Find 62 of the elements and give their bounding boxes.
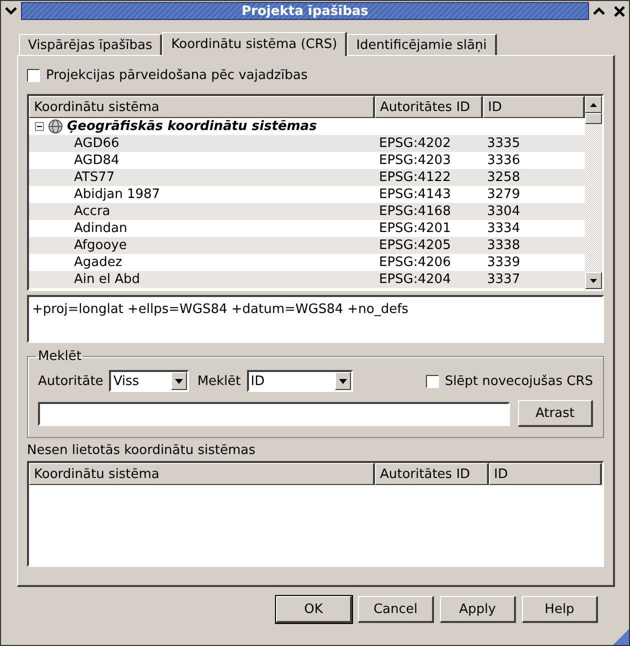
authority-id-cell-text: EPSG:4205 bbox=[378, 237, 452, 254]
scroll-down-icon[interactable] bbox=[585, 272, 602, 289]
globe-icon bbox=[48, 119, 63, 134]
authority-id-cell-text: EPSG:4143 bbox=[378, 186, 452, 203]
collapse-icon[interactable] bbox=[35, 122, 44, 131]
checkbox[interactable] bbox=[27, 69, 40, 82]
tab[interactable]: Vispārējas īpašības bbox=[19, 34, 162, 55]
crs-name-cell[interactable]: Agadez bbox=[29, 254, 375, 271]
proj-string-text: +proj=longlat +ellps=WGS84 +datum=WGS84 +no_defs bbox=[27, 295, 604, 343]
id-cell-text: 3258 bbox=[486, 169, 522, 186]
scrollbar[interactable] bbox=[585, 96, 602, 289]
checkbox[interactable] bbox=[426, 374, 439, 388]
checkbox-label: Slēpt novecojušas CRS bbox=[444, 374, 593, 388]
column-header[interactable]: Autoritātes ID bbox=[375, 96, 483, 118]
tab[interactable]: Identificējamie slāņi bbox=[347, 34, 497, 55]
crs-name-cell[interactable]: Accra bbox=[29, 203, 375, 220]
group-title: Meklēt bbox=[37, 349, 82, 364]
id-cell-text: 3335 bbox=[486, 135, 522, 152]
tree-group-item[interactable]: Ģeogrāfiskās koordinātu sistēmas bbox=[29, 118, 375, 135]
dialog-button[interactable]: Help bbox=[522, 596, 598, 623]
column-header[interactable]: ID bbox=[483, 96, 585, 118]
authority-id-cell-text: EPSG:4122 bbox=[378, 169, 452, 186]
column-header[interactable]: Koordinātu sistēma bbox=[29, 96, 375, 118]
authority-id-cell-text: EPSG:4201 bbox=[378, 220, 452, 237]
id-cell-text: 3279 bbox=[486, 186, 522, 203]
authority-id-cell-text: EPSG:4203 bbox=[378, 152, 452, 169]
authority-id-cell-text: EPSG:4204 bbox=[378, 271, 452, 288]
checkbox-label: Projekcijas pārveidošana pēc vajadzības bbox=[46, 68, 308, 83]
crs-name-cell[interactable]: ATS77 bbox=[29, 169, 375, 186]
authority-id-cell-text: EPSG:4206 bbox=[378, 254, 452, 271]
search-field[interactable] bbox=[38, 402, 510, 426]
column-header[interactable]: Koordinātu sistēma bbox=[29, 463, 375, 485]
column-header[interactable]: Autoritātes ID bbox=[375, 463, 489, 485]
tab[interactable]: Koordinātu sistēma (CRS) bbox=[162, 32, 348, 56]
scroll-up-icon[interactable] bbox=[585, 96, 602, 113]
authority-dropdown[interactable]: Viss bbox=[109, 370, 190, 392]
id-cell-text: 3334 bbox=[486, 220, 522, 237]
field-label: Autoritāte bbox=[38, 374, 104, 388]
dialog-button[interactable]: Apply bbox=[440, 596, 516, 623]
dialog-button[interactable]: OK bbox=[276, 596, 352, 623]
crs-name-cell[interactable]: AGD66 bbox=[29, 135, 375, 152]
crs-name-cell[interactable]: Ain el Abd bbox=[29, 271, 375, 288]
crs-name-cell[interactable]: Abidjan 1987 bbox=[29, 186, 375, 203]
crs-name-cell[interactable]: AGD84 bbox=[29, 152, 375, 169]
scrollbar-thumb[interactable] bbox=[585, 113, 602, 124]
crs-name-cell[interactable]: Afgooye bbox=[29, 237, 375, 254]
id-cell-text: 3339 bbox=[486, 254, 522, 271]
dialog-button[interactable]: Cancel bbox=[358, 596, 434, 623]
id-cell-text: 3304 bbox=[486, 203, 522, 220]
column-header[interactable]: ID bbox=[489, 463, 602, 485]
section-title: Nesen lietotās koordinātu sistēmas bbox=[27, 443, 256, 458]
id-cell-text: 3336 bbox=[486, 152, 522, 169]
resize-grip-icon[interactable] bbox=[613, 629, 629, 645]
authority-id-cell-text: EPSG:4202 bbox=[378, 135, 452, 152]
field-label: Meklēt bbox=[197, 374, 241, 388]
search-by-dropdown[interactable]: ID bbox=[246, 370, 353, 392]
find-button[interactable]: Atrast bbox=[518, 400, 593, 427]
authority-id-cell-text: EPSG:4168 bbox=[378, 203, 452, 220]
id-cell-text: 3338 bbox=[486, 237, 522, 254]
id-cell-text: 3337 bbox=[486, 271, 522, 288]
window-title: Projekta īpašības bbox=[242, 4, 368, 18]
crs-name-cell[interactable]: Adindan bbox=[29, 220, 375, 237]
